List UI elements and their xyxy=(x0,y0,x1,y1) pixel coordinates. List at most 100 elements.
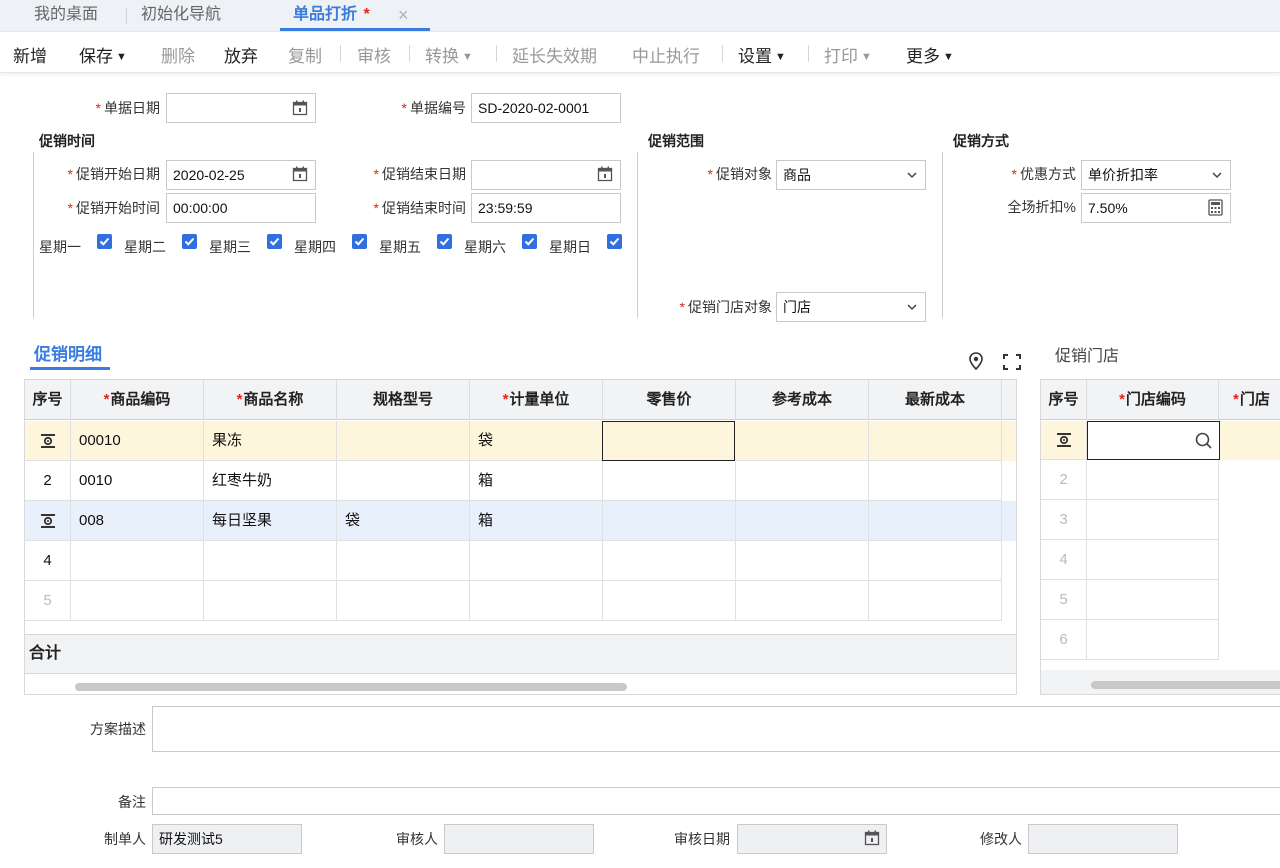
row-number: 4 xyxy=(25,541,71,581)
store-cell-code[interactable] xyxy=(1087,460,1219,500)
cell-name[interactable]: 果冻 xyxy=(204,421,337,461)
col-header-code: *商品编码 xyxy=(71,380,204,420)
store-row-settings-cell[interactable] xyxy=(1041,421,1087,460)
row-settings-cell[interactable] xyxy=(25,501,71,541)
weekday-checkbox-sat[interactable] xyxy=(522,234,537,249)
tab-init-nav[interactable]: 初始化导航 xyxy=(141,0,221,32)
fullscreen-icon[interactable] xyxy=(1003,354,1021,370)
cell-price-active[interactable] xyxy=(602,421,735,461)
all-discount-field[interactable]: 7.50% xyxy=(1081,193,1231,223)
remark-field[interactable] xyxy=(152,787,1280,815)
copy-button[interactable]: 复制 xyxy=(288,42,322,67)
calendar-icon[interactable] xyxy=(292,166,308,182)
cell-code[interactable] xyxy=(71,541,204,581)
row-settings-cell[interactable] xyxy=(25,421,71,461)
end-time-field[interactable]: 23:59:59 xyxy=(471,193,621,223)
weekday-label-wed: 星期三 xyxy=(209,239,251,255)
cell-ref-cost[interactable] xyxy=(736,581,869,621)
store-code-input-active[interactable] xyxy=(1087,421,1220,460)
cell-new-cost[interactable] xyxy=(869,581,1002,621)
discount-type-select[interactable]: 单价折扣率 xyxy=(1081,160,1231,190)
cell-new-cost[interactable] xyxy=(869,461,1002,501)
tab-desktop[interactable]: 我的桌面 xyxy=(34,0,98,32)
cell-code[interactable]: 008 xyxy=(71,501,204,541)
location-pin-icon[interactable] xyxy=(968,352,984,370)
detail-tab[interactable]: 促销明细 xyxy=(34,340,102,365)
cell-ref-cost[interactable] xyxy=(736,541,869,581)
store-cell-code[interactable] xyxy=(1087,580,1219,620)
cell-spec[interactable] xyxy=(337,421,470,461)
store-cell-code[interactable] xyxy=(1087,540,1219,580)
doc-no-field[interactable]: SD-2020-02-0001 xyxy=(471,93,621,123)
promo-target-select[interactable]: 商品 xyxy=(776,160,926,190)
settings-button[interactable]: 设置 ▼ xyxy=(738,42,786,67)
gear-icon[interactable] xyxy=(40,433,56,449)
cell-spec[interactable]: 袋 xyxy=(337,501,470,541)
col-header-no: 序号 xyxy=(25,380,71,420)
cell-spec[interactable] xyxy=(337,541,470,581)
cell-unit[interactable] xyxy=(470,581,603,621)
total-label: 合计 xyxy=(29,645,62,662)
more-button[interactable]: 更多 ▼ xyxy=(906,42,954,67)
cell-code[interactable] xyxy=(71,581,204,621)
horizontal-scrollbar[interactable] xyxy=(75,683,627,691)
cell-unit[interactable]: 箱 xyxy=(470,501,603,541)
store-target-select[interactable]: 门店 xyxy=(776,292,926,322)
gear-icon[interactable] xyxy=(40,513,56,529)
cell-unit[interactable]: 箱 xyxy=(470,461,603,501)
store-cell-code[interactable] xyxy=(1087,620,1219,660)
cell-price[interactable] xyxy=(603,541,736,581)
stop-execution-button[interactable]: 中止执行 xyxy=(632,42,700,67)
cell-ref-cost[interactable] xyxy=(736,461,869,501)
modifier-field xyxy=(1028,824,1178,854)
search-icon[interactable] xyxy=(1195,432,1213,450)
auditor-field xyxy=(444,824,594,854)
cell-price[interactable] xyxy=(603,461,736,501)
convert-label: 转换 xyxy=(425,47,459,66)
cell-ref-cost[interactable] xyxy=(736,421,869,461)
discard-button[interactable]: 放弃 xyxy=(224,42,258,67)
delete-button[interactable]: 删除 xyxy=(161,42,195,67)
new-button[interactable]: 新增 xyxy=(13,42,47,67)
cell-price[interactable] xyxy=(603,581,736,621)
calendar-icon[interactable] xyxy=(292,100,308,116)
print-button[interactable]: 打印 ▼ xyxy=(824,42,872,67)
cell-code[interactable]: 00010 xyxy=(71,421,204,461)
gear-icon[interactable] xyxy=(1056,432,1072,448)
calendar-icon[interactable] xyxy=(597,166,613,182)
cell-name[interactable] xyxy=(204,541,337,581)
weekday-checkbox-sun[interactable] xyxy=(607,234,622,249)
cell-new-cost[interactable] xyxy=(869,541,1002,581)
weekday-checkbox-thu[interactable] xyxy=(352,234,367,249)
cell-name[interactable]: 每日坚果 xyxy=(204,501,337,541)
col-header-ref-cost: 参考成本 xyxy=(736,380,869,420)
cell-price[interactable] xyxy=(603,501,736,541)
cell-name[interactable] xyxy=(204,581,337,621)
store-cell-code[interactable] xyxy=(1087,500,1219,540)
cell-new-cost[interactable] xyxy=(869,421,1002,461)
cell-spec[interactable] xyxy=(337,581,470,621)
weekday-checkbox-fri[interactable] xyxy=(437,234,452,249)
store-col-header-no: 序号 xyxy=(1041,380,1087,420)
checkmark-icon xyxy=(269,237,280,246)
audit-date-label: 审核日期 xyxy=(674,831,730,847)
start-time-field[interactable]: 00:00:00 xyxy=(166,193,316,223)
cell-spec[interactable] xyxy=(337,461,470,501)
save-button[interactable]: 保存 ▼ xyxy=(79,42,127,67)
weekday-checkbox-tue[interactable] xyxy=(182,234,197,249)
cell-ref-cost[interactable] xyxy=(736,501,869,541)
convert-button[interactable]: 转换 ▼ xyxy=(425,42,473,67)
cell-name[interactable]: 红枣牛奶 xyxy=(204,461,337,501)
cell-unit[interactable]: 袋 xyxy=(470,421,603,461)
cell-unit[interactable] xyxy=(470,541,603,581)
weekday-checkbox-wed[interactable] xyxy=(267,234,282,249)
cell-new-cost[interactable] xyxy=(869,501,1002,541)
audit-button[interactable]: 审核 xyxy=(357,42,391,67)
stores-title: 促销门店 xyxy=(1055,348,1120,365)
weekday-checkbox-mon[interactable] xyxy=(97,234,112,249)
extend-expiry-button[interactable]: 延长失效期 xyxy=(512,42,597,67)
plan-desc-textarea[interactable] xyxy=(152,706,1280,752)
cell-code[interactable]: 0010 xyxy=(71,461,204,501)
calculator-icon[interactable] xyxy=(1208,199,1223,216)
store-horizontal-scrollbar[interactable] xyxy=(1091,681,1280,689)
